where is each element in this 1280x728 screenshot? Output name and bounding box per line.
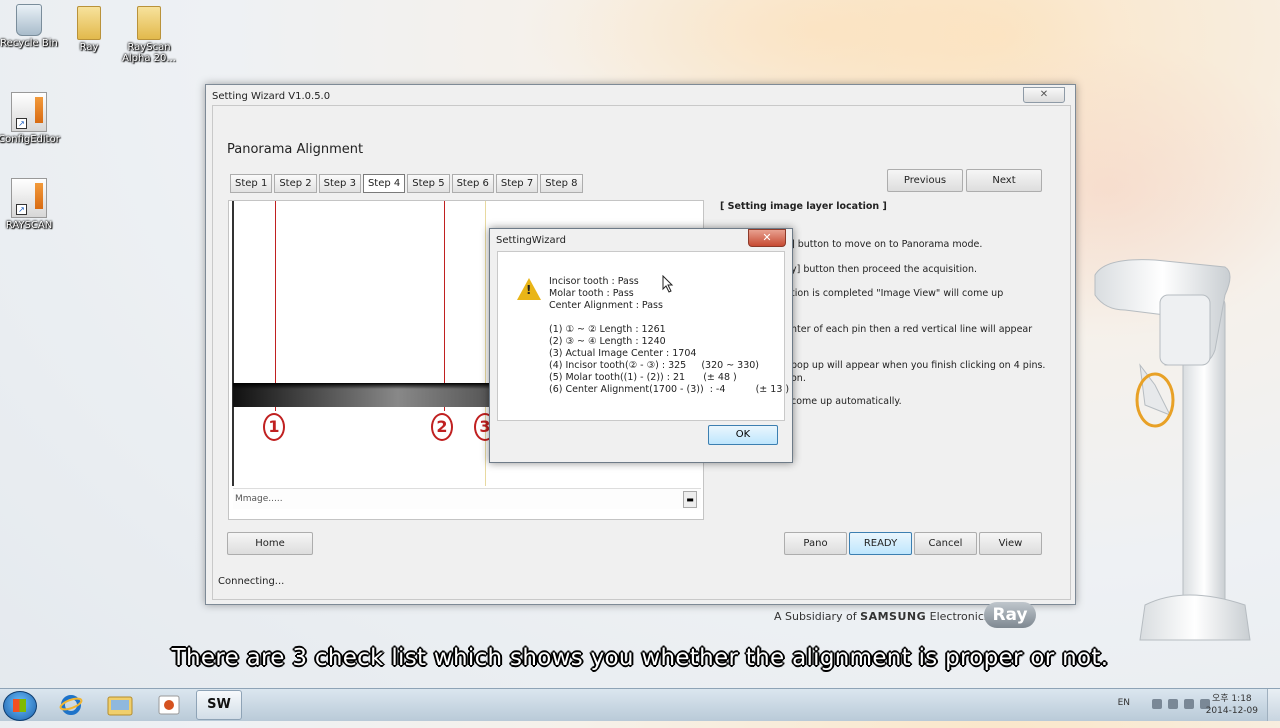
detail-line: (5) Molar tooth((1) - (2)) : 21 (± 48 ) xyxy=(549,372,737,383)
tab-step-6[interactable]: Step 6 xyxy=(451,174,494,193)
network-icon[interactable] xyxy=(1184,699,1194,709)
home-button[interactable]: Home xyxy=(227,532,313,555)
tab-step-8[interactable]: Step 8 xyxy=(540,174,583,193)
pin-line xyxy=(275,201,276,411)
instruction-line: on. xyxy=(791,373,806,384)
result-line: Molar tooth : Pass xyxy=(549,288,634,299)
taskbar: SW EN 오후 1:18 2014-12-09 xyxy=(0,688,1280,721)
clock-date: 2014-12-09 xyxy=(1205,706,1258,716)
tab-step-3[interactable]: Step 3 xyxy=(318,174,361,193)
internet-explorer-icon xyxy=(59,695,83,715)
desktop-icon-configeditor[interactable]: ↗ ConfigEditor xyxy=(0,92,64,145)
instruction-line: tion is completed "Image View" will come… xyxy=(791,288,1004,299)
instruction-line: pop up will appear when you finish click… xyxy=(791,360,1046,371)
detail-line: (6) Center Alignment(1700 - (3)) : -4 (±… xyxy=(549,384,790,395)
flag-icon[interactable] xyxy=(1152,699,1162,709)
detail-line: (3) Actual Image Center : 1704 xyxy=(549,348,697,359)
image-left-edge xyxy=(232,201,234,486)
warning-icon: ! xyxy=(517,278,541,300)
detail-line: (4) Incisor tooth(② - ③) : 325 (320 ~ 33… xyxy=(549,360,760,371)
pin-line xyxy=(444,201,445,411)
tab-step-2[interactable]: Step 2 xyxy=(274,174,317,193)
view-button[interactable]: View xyxy=(979,532,1042,555)
video-caption: There are 3 check list which shows you w… xyxy=(171,645,1109,671)
mouse-cursor-icon xyxy=(662,275,674,293)
pin-marker-2: 2 xyxy=(431,413,453,441)
shortcut-arrow-icon: ↗ xyxy=(16,118,27,129)
window-title: Setting Wizard V1.0.5.0 xyxy=(212,91,331,102)
scroll-down-icon[interactable]: ▬ xyxy=(683,491,697,508)
cancel-button[interactable]: Cancel xyxy=(914,532,977,555)
taskbar-powerpoint[interactable] xyxy=(146,690,192,720)
result-line: Center Alignment : Pass xyxy=(549,300,663,311)
tab-step-5[interactable]: Step 5 xyxy=(407,174,450,193)
system-tray: EN 오후 1:18 2014-12-09 xyxy=(1080,689,1280,721)
tab-step-1[interactable]: Step 1 xyxy=(230,174,273,193)
result-dialog: SettingWizard ✕ ! Incisor tooth : Pass M… xyxy=(489,228,793,463)
instruction-line: nter of each pin then a red vertical lin… xyxy=(791,324,1033,335)
desktop-icon-label: ConfigEditor xyxy=(0,134,60,145)
dialog-message-area: ! Incisor tooth : Pass Molar tooth : Pas… xyxy=(497,251,789,421)
taskbar-clock[interactable]: 오후 1:18 2014-12-09 xyxy=(1206,693,1258,717)
ray-logo: Ray xyxy=(984,602,1036,628)
clock-time: 오후 1:18 xyxy=(1212,694,1252,704)
page-title: Panorama Alignment xyxy=(227,142,364,157)
show-desktop-button[interactable] xyxy=(1267,689,1280,721)
battery-icon[interactable] xyxy=(1168,699,1178,709)
pano-button[interactable]: Pano xyxy=(784,532,847,555)
ready-button[interactable]: READY xyxy=(849,532,912,555)
ok-button[interactable]: OK xyxy=(708,425,778,445)
shortcut-arrow-icon: ↗ xyxy=(16,204,27,215)
rayscan-app-icon: ↗ xyxy=(11,92,47,132)
pin-marker-1: 1 xyxy=(263,413,285,441)
step-tabs: Step 1 Step 2 Step 3 Step 4 Step 5 Step … xyxy=(230,174,583,193)
branding-prefix: A Subsidiary of xyxy=(774,610,857,623)
desktop-icon-label: RAYSCAN xyxy=(5,220,53,231)
connection-status: Connecting... xyxy=(218,576,285,587)
language-indicator[interactable]: EN xyxy=(1118,698,1130,708)
branding-text: A Subsidiary of SAMSUNG Electronics xyxy=(774,610,990,623)
instruction-line: y] button then proceed the acquisition. xyxy=(791,264,977,275)
result-line: Incisor tooth : Pass xyxy=(549,276,639,287)
window-close-button[interactable]: ✕ xyxy=(1023,87,1065,103)
tab-step-4[interactable]: Step 4 xyxy=(362,174,406,193)
detail-line: (2) ③ ~ ④ Length : 1240 xyxy=(549,336,666,347)
desktop-icon-rayscan-alpha[interactable]: RayScan Alpha 20... xyxy=(114,6,184,64)
branding-brand: SAMSUNG xyxy=(860,610,927,623)
desktop-icon-label: RayScan Alpha 20... xyxy=(122,42,176,64)
instructions-heading: [ Setting image layer location ] xyxy=(720,201,887,212)
recycle-bin-icon xyxy=(16,4,42,36)
branding-suffix: Electronics xyxy=(929,610,990,623)
tab-step-7[interactable]: Step 7 xyxy=(495,174,539,193)
folder-icon xyxy=(77,6,101,40)
center-guide-line xyxy=(485,201,486,486)
image-status-bar: Mmage..... xyxy=(233,488,701,509)
presentation-icon xyxy=(158,695,180,715)
instruction-line: ] button to move on to Panorama mode. xyxy=(791,239,983,250)
windows-logo-icon xyxy=(13,699,26,712)
desktop-icon-rayscan[interactable]: ↗ RAYSCAN xyxy=(0,178,64,231)
xray-machine-image xyxy=(1094,259,1251,641)
taskbar-ie[interactable] xyxy=(48,690,94,720)
rayscan-app-icon: ↗ xyxy=(11,178,47,218)
instruction-line: come up automatically. xyxy=(791,396,902,407)
folder-icon xyxy=(107,696,133,716)
taskbar-setting-wizard[interactable]: SW xyxy=(196,690,242,720)
next-button[interactable]: Next xyxy=(966,169,1042,192)
detail-line: (1) ① ~ ② Length : 1261 xyxy=(549,324,666,335)
previous-button[interactable]: Previous xyxy=(887,169,963,192)
dialog-title: SettingWizard xyxy=(496,235,566,246)
taskbar-explorer[interactable] xyxy=(97,690,143,720)
start-button[interactable] xyxy=(3,691,37,721)
dialog-close-button[interactable]: ✕ xyxy=(748,229,786,247)
folder-icon xyxy=(137,6,161,40)
